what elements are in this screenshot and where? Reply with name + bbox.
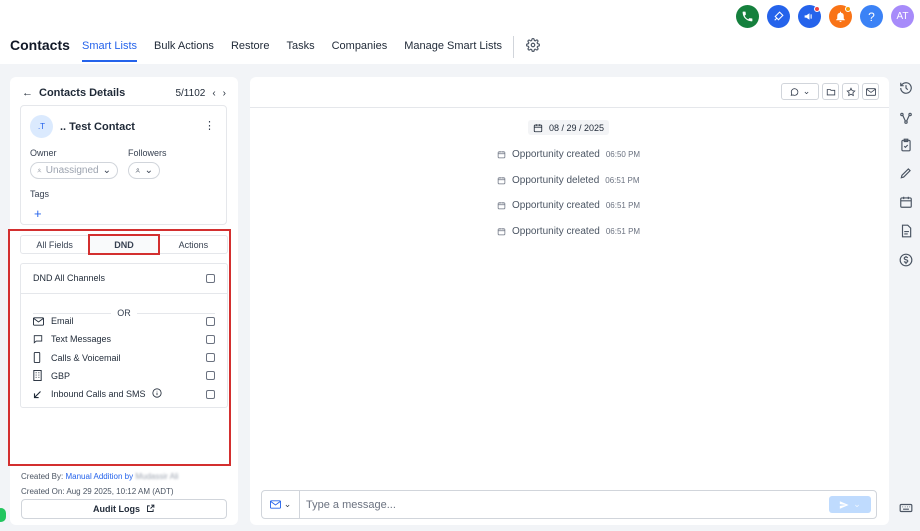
- chevron-down-icon: ⌄: [853, 499, 861, 509]
- calendar-icon: [497, 228, 506, 236]
- created-by-user: Mudassir Ali: [135, 472, 179, 481]
- channel-select[interactable]: ⌄: [262, 491, 300, 518]
- tab-manage-smart-lists[interactable]: Manage Smart Lists: [404, 39, 502, 63]
- chevron-down-icon: ⌄: [283, 499, 292, 509]
- created-by-value[interactable]: Manual Addition by: [65, 472, 133, 481]
- workflow-icon[interactable]: [899, 111, 913, 125]
- right-rail: [890, 66, 920, 531]
- activity-text: Opportunity created: [512, 200, 600, 211]
- avatar[interactable]: AT: [891, 5, 914, 28]
- help-icon[interactable]: ?: [860, 5, 883, 28]
- tab-companies[interactable]: Companies: [332, 39, 388, 63]
- phone-icon[interactable]: [736, 5, 759, 28]
- created-by: Created By: Manual Addition by Mudassir …: [21, 472, 178, 481]
- activity-time: 06:51 PM: [605, 176, 640, 185]
- followers-label: Followers: [128, 148, 167, 158]
- chevron-left-icon[interactable]: ‹: [212, 88, 215, 99]
- owner-label: Owner: [30, 148, 57, 158]
- divider: [250, 107, 889, 108]
- notification-dot: [845, 6, 851, 12]
- tab-smart-lists[interactable]: Smart Lists: [82, 39, 138, 63]
- created-on: Created On: Aug 29 2025, 10:12 AM (ADT): [21, 487, 174, 496]
- tags-label: Tags: [30, 189, 50, 199]
- page-title: Contacts: [10, 37, 70, 53]
- calendar-icon: [533, 123, 543, 132]
- activity-time: 06:51 PM: [605, 227, 641, 236]
- calendar-icon[interactable]: [899, 195, 913, 209]
- contact-position: 5/1102: [175, 87, 206, 99]
- activity-text: Opportunity created: [512, 149, 600, 160]
- owner-select[interactable]: Unassigned ⌄: [30, 162, 118, 179]
- channel-filter-button[interactable]: ⌄: [781, 83, 819, 100]
- dollar-icon[interactable]: [899, 253, 913, 267]
- main-nav: Smart Lists Bulk Actions Restore Tasks C…: [82, 36, 541, 63]
- chevron-right-icon[interactable]: ›: [223, 88, 226, 99]
- calendar-icon: [497, 177, 506, 185]
- chevron-down-icon: ⌄: [144, 165, 153, 176]
- chevron-down-icon: ⌄: [102, 165, 111, 176]
- followers-select[interactable]: ⌄: [128, 162, 160, 179]
- contact-pager: 5/1102 ‹ ›: [175, 88, 226, 99]
- contact-details-title: Contacts Details: [39, 87, 126, 99]
- date-label: 08 / 29 / 2025: [549, 122, 605, 133]
- megaphone-icon[interactable]: [798, 5, 821, 28]
- tab-bulk-actions[interactable]: Bulk Actions: [154, 39, 214, 63]
- send-button[interactable]: ⌄: [829, 496, 871, 513]
- folder-icon[interactable]: [822, 83, 839, 100]
- contact-avatar: .T: [30, 115, 53, 138]
- mail-icon[interactable]: [862, 83, 879, 100]
- user-icon: [135, 168, 140, 173]
- status-indicator: [0, 508, 6, 522]
- mail-icon: [269, 500, 281, 509]
- activity-text: Opportunity deleted: [512, 175, 600, 186]
- keyboard-icon[interactable]: [899, 501, 913, 515]
- external-link-icon: [146, 504, 155, 515]
- user-icon: [37, 168, 42, 173]
- activity-item: Opportunity deleted 06:51 PM: [497, 175, 640, 186]
- gear-icon[interactable]: [526, 37, 541, 57]
- activity-item: Opportunity created 06:51 PM: [497, 200, 640, 211]
- calendar-icon: [497, 151, 506, 159]
- activity-item: Opportunity created 06:50 PM: [497, 149, 640, 160]
- pencil-icon[interactable]: [899, 166, 913, 180]
- owner-value: Unassigned: [45, 165, 99, 176]
- rocket-icon[interactable]: [767, 5, 790, 28]
- activity-time: 06:51 PM: [605, 201, 641, 210]
- tab-restore[interactable]: Restore: [231, 39, 270, 63]
- send-icon: [840, 500, 849, 509]
- audit-logs-button[interactable]: Audit Logs: [21, 499, 227, 519]
- created-by-label: Created By:: [21, 472, 64, 481]
- star-icon[interactable]: [842, 83, 859, 100]
- date-chip: 08 / 29 / 2025: [528, 120, 610, 135]
- clipboard-check-icon[interactable]: [899, 138, 913, 152]
- message-input[interactable]: Type a message...: [300, 499, 829, 511]
- contact-card: .T .. Test Contact ⋮ Owner Unassigned ⌄ …: [20, 105, 227, 225]
- document-icon[interactable]: [899, 224, 913, 238]
- tab-tasks[interactable]: Tasks: [286, 39, 314, 63]
- activity-item: Opportunity created 06:51 PM: [497, 226, 640, 237]
- add-tag-icon[interactable]: +: [34, 206, 42, 221]
- header-actions: ? AT: [736, 5, 914, 28]
- audit-logs-label: Audit Logs: [93, 504, 140, 514]
- chat-bubbles-icon: [790, 87, 799, 96]
- more-options-icon[interactable]: ⋮: [204, 119, 215, 132]
- calendar-icon: [497, 202, 506, 210]
- activity-text: Opportunity created: [512, 226, 600, 237]
- contact-details-header: ← Contacts Details 5/1102 ‹ ›: [22, 85, 226, 101]
- top-header: Contacts Smart Lists Bulk Actions Restor…: [0, 0, 920, 64]
- nav-divider: [513, 36, 515, 58]
- activity-time: 06:50 PM: [605, 150, 641, 159]
- contact-name[interactable]: .. Test Contact: [60, 121, 135, 133]
- back-arrow-icon[interactable]: ←: [22, 87, 33, 99]
- history-icon[interactable]: [899, 81, 913, 95]
- conversation-toolbar: ⌄: [781, 83, 879, 100]
- bell-icon[interactable]: [829, 5, 852, 28]
- annotation-highlight: [8, 229, 231, 466]
- message-composer: ⌄ Type a message... ⌄: [261, 490, 877, 519]
- notification-dot: [814, 6, 820, 12]
- chevron-down-icon: ⌄: [802, 86, 811, 96]
- conversation-panel: ⌄ 08 / 29 / 2025 Opportunity created 06:…: [250, 77, 889, 525]
